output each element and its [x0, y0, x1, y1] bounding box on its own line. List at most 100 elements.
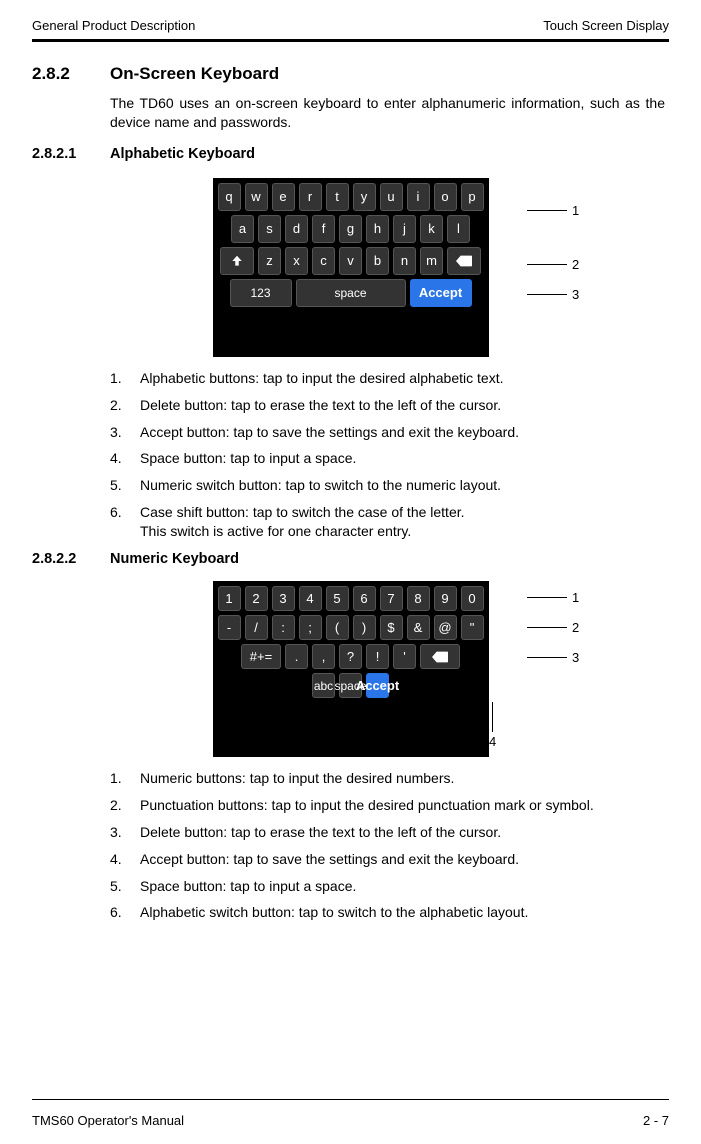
key-$[interactable]: $ [380, 615, 403, 640]
key-s[interactable]: s [258, 215, 281, 243]
list-text: Punctuation buttons: tap to input the de… [140, 796, 669, 815]
list-item: 2.Punctuation buttons: tap to input the … [110, 796, 669, 815]
symbol-switch-key[interactable]: #+= [241, 644, 281, 669]
n-callout-3: 3 [572, 650, 579, 665]
key-w[interactable]: w [245, 183, 268, 211]
key-@[interactable]: @ [434, 615, 457, 640]
section-number: 2.8.2 [32, 64, 110, 84]
key-t[interactable]: t [326, 183, 349, 211]
key-m[interactable]: m [420, 247, 443, 275]
list-text: Alphabetic switch button: tap to switch … [140, 903, 669, 922]
list-text: Numeric buttons: tap to input the desire… [140, 769, 669, 788]
key-/[interactable]: / [245, 615, 268, 640]
key-h[interactable]: h [366, 215, 389, 243]
list-text: Space button: tap to input a space. [140, 449, 669, 468]
key-o[interactable]: o [434, 183, 457, 211]
key-q[interactable]: q [218, 183, 241, 211]
n-callout-2: 2 [572, 620, 579, 635]
list-number: 4. [110, 449, 140, 468]
key-c[interactable]: c [312, 247, 335, 275]
footer-right: 2 - 7 [643, 1113, 669, 1128]
numeric-keyboard: 1234567890 -/:;()$&@" #+= .,?!' abc spac… [213, 581, 489, 757]
key-,[interactable]: , [312, 644, 335, 669]
alpha-switch-key[interactable]: abc [312, 673, 335, 698]
accept-key[interactable]: Accept [410, 279, 472, 307]
key-k[interactable]: k [420, 215, 443, 243]
key-d[interactable]: d [285, 215, 308, 243]
key-5[interactable]: 5 [326, 586, 349, 611]
delete-key[interactable] [447, 247, 481, 275]
key-"[interactable]: " [461, 615, 484, 640]
shift-key[interactable] [220, 247, 254, 275]
key-?[interactable]: ? [339, 644, 362, 669]
list-number: 1. [110, 369, 140, 388]
key-;[interactable]: ; [299, 615, 322, 640]
key-3[interactable]: 3 [272, 586, 295, 611]
key-i[interactable]: i [407, 183, 430, 211]
key-7[interactable]: 7 [380, 586, 403, 611]
key-n[interactable]: n [393, 247, 416, 275]
list-text: Delete button: tap to erase the text to … [140, 396, 669, 415]
key-y[interactable]: y [353, 183, 376, 211]
key-v[interactable]: v [339, 247, 362, 275]
list-number: 3. [110, 823, 140, 842]
list-text: Accept button: tap to save the settings … [140, 423, 669, 442]
list-number: 6. [110, 903, 140, 922]
list-item: 6.Case shift button: tap to switch the c… [110, 503, 669, 541]
key-b[interactable]: b [366, 247, 389, 275]
key-p[interactable]: p [461, 183, 484, 211]
key-u[interactable]: u [380, 183, 403, 211]
key-4[interactable]: 4 [299, 586, 322, 611]
key-9[interactable]: 9 [434, 586, 457, 611]
key-'[interactable]: ' [393, 644, 416, 669]
key-:[interactable]: : [272, 615, 295, 640]
list-text: Delete button: tap to erase the text to … [140, 823, 669, 842]
key-z[interactable]: z [258, 247, 281, 275]
key-0[interactable]: 0 [461, 586, 484, 611]
footer-rule [32, 1099, 669, 1100]
list-alpha: 1.Alphabetic buttons: tap to input the d… [110, 369, 669, 541]
key-a[interactable]: a [231, 215, 254, 243]
header-rule [32, 39, 669, 42]
key-e[interactable]: e [272, 183, 295, 211]
space-key[interactable]: space [296, 279, 406, 307]
key-g[interactable]: g [339, 215, 362, 243]
subsection1-number: 2.8.2.1 [32, 146, 110, 162]
key-)[interactable]: ) [353, 615, 376, 640]
key-![interactable]: ! [366, 644, 389, 669]
key-6[interactable]: 6 [353, 586, 376, 611]
key--[interactable]: - [218, 615, 241, 640]
n-callout-1: 1 [572, 590, 579, 605]
list-item: 2.Delete button: tap to erase the text t… [110, 396, 669, 415]
key-&[interactable]: & [407, 615, 430, 640]
key-l[interactable]: l [447, 215, 470, 243]
callout-2: 2 [572, 257, 579, 272]
list-number: 5. [110, 877, 140, 896]
accept-key-numeric[interactable]: Accept [366, 673, 389, 698]
list-number: 4. [110, 850, 140, 869]
delete-key-numeric[interactable] [420, 644, 460, 669]
key-1[interactable]: 1 [218, 586, 241, 611]
subsection2-title: Numeric Keyboard [110, 551, 239, 567]
key-f[interactable]: f [312, 215, 335, 243]
list-item: 3.Delete button: tap to erase the text t… [110, 823, 669, 842]
callout-3: 3 [572, 287, 579, 302]
key-j[interactable]: j [393, 215, 416, 243]
footer-left: TMS60 Operator's Manual [32, 1113, 184, 1128]
list-item: 5.Numeric switch button: tap to switch t… [110, 476, 669, 495]
key-2[interactable]: 2 [245, 586, 268, 611]
list-item: 4.Accept button: tap to save the setting… [110, 850, 669, 869]
key-r[interactable]: r [299, 183, 322, 211]
key-([interactable]: ( [326, 615, 349, 640]
numeric-switch-key[interactable]: 123 [230, 279, 292, 307]
list-text: Alphabetic buttons: tap to input the des… [140, 369, 669, 388]
key-.[interactable]: . [285, 644, 308, 669]
list-item: 1.Numeric buttons: tap to input the desi… [110, 769, 669, 788]
key-8[interactable]: 8 [407, 586, 430, 611]
key-x[interactable]: x [285, 247, 308, 275]
subsection2-number: 2.8.2.2 [32, 551, 110, 567]
intro-text: The TD60 uses an on-screen keyboard to e… [110, 94, 665, 132]
list-text: Space button: tap to input a space. [140, 877, 669, 896]
callout-1: 1 [572, 203, 579, 218]
list-number: 5. [110, 476, 140, 495]
